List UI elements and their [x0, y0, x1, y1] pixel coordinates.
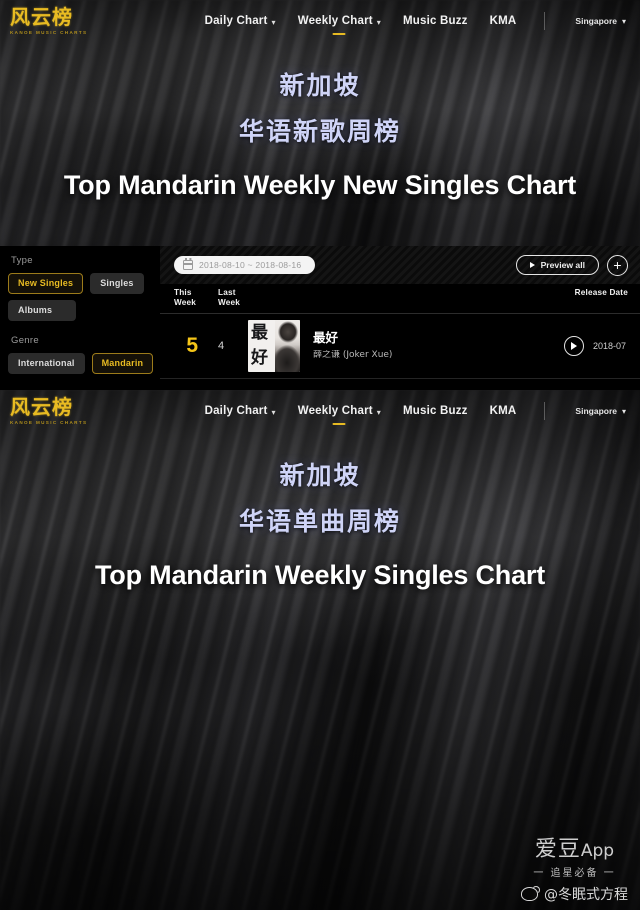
hero-titles-1: 新加坡 华语新歌周榜 Top Mandarin Weekly New Singl… [0, 66, 640, 201]
nav-item-label: Daily Chart [204, 405, 268, 417]
nav-item-label: Weekly Chart [297, 405, 373, 417]
region-selector[interactable]: Singapore ▾ [575, 16, 626, 26]
nav-item-kma[interactable]: KMA [490, 15, 517, 27]
nav-item-label: KMA [489, 15, 517, 27]
logo-wordmark-2: 风云榜 [10, 397, 106, 418]
region-label: Singapore [575, 406, 617, 416]
hero-cn-line2: 华语新歌周榜 [238, 117, 401, 146]
chevron-down-icon: ▾ [376, 407, 381, 417]
chart-panel-singles: 风云榜 KANOE MUSIC CHARTS Daily Chart ▾ Wee… [0, 390, 640, 910]
nav-item-daily-chart-2[interactable]: Daily Chart ▾ [205, 405, 276, 417]
nav-divider [544, 12, 546, 30]
top-navigation-bar-2: 风云榜 KANOE MUSIC CHARTS Daily Chart ▾ Wee… [0, 390, 640, 432]
hero-cn-line2-2: 华语单曲周榜 [238, 507, 401, 536]
nav-divider-2 [544, 402, 546, 420]
hero-titles-2: 新加坡 华语单曲周榜 Top Mandarin Weekly Singles C… [0, 456, 640, 591]
nav-item-kma-2[interactable]: KMA [490, 405, 517, 417]
nav-item-weekly-chart-2[interactable]: Weekly Chart ▾ [298, 405, 381, 417]
region-label: Singapore [575, 16, 617, 26]
chevron-down-icon: ▾ [271, 407, 276, 417]
nav-item-weekly-chart[interactable]: Weekly Chart ▾ [298, 15, 381, 27]
nav-item-daily-chart[interactable]: Daily Chart ▾ [205, 15, 276, 27]
hero-banner-2: 风云榜 KANOE MUSIC CHARTS Daily Chart ▾ Wee… [0, 390, 640, 910]
chevron-down-icon: ▾ [376, 17, 381, 27]
hero-cn-line1: 新加坡 [279, 71, 361, 100]
logo-subtitle: KANOE MUSIC CHARTS [10, 30, 88, 35]
logo-mark-text: 风云榜 [10, 5, 73, 29]
nav-item-music-buzz[interactable]: Music Buzz [403, 15, 468, 27]
chevron-down-icon: ▾ [271, 17, 276, 27]
hero-en-title-2: Top Mandarin Weekly Singles Chart [95, 560, 545, 590]
top-navigation-bar: 风云榜 KANOE MUSIC CHARTS Daily Chart ▾ Wee… [0, 0, 640, 42]
screenshot-root: 风云榜 KANOE MUSIC CHARTS Daily Chart ▾ Wee… [0, 0, 640, 910]
chart-panel-new-singles: 风云榜 KANOE MUSIC CHARTS Daily Chart ▾ Wee… [0, 0, 640, 388]
nav-item-music-buzz-2[interactable]: Music Buzz [403, 405, 468, 417]
logo-subtitle-2: KANOE MUSIC CHARTS [10, 420, 88, 425]
hero-en-title: Top Mandarin Weekly New Singles Chart [63, 170, 577, 200]
site-logo[interactable]: 风云榜 KANOE MUSIC CHARTS [10, 7, 106, 36]
logo-mark-text: 风云榜 [10, 395, 73, 419]
chevron-down-icon: ▾ [621, 16, 626, 26]
nav-item-label: Music Buzz [403, 405, 468, 417]
chevron-down-icon: ▾ [621, 406, 626, 416]
nav-item-label: Daily Chart [204, 15, 268, 27]
hero-cn-line1-2: 新加坡 [279, 461, 361, 490]
logo-wordmark: 风云榜 [10, 7, 106, 28]
nav-item-label: Music Buzz [403, 15, 468, 27]
site-logo-2[interactable]: 风云榜 KANOE MUSIC CHARTS [10, 397, 106, 426]
nav-links: Daily Chart ▾ Weekly Chart ▾ Music Buzz … [205, 12, 626, 30]
nav-item-label: KMA [489, 405, 517, 417]
nav-item-label: Weekly Chart [297, 15, 373, 27]
nav-links-2: Daily Chart ▾ Weekly Chart ▾ Music Buzz … [205, 402, 626, 420]
hero-banner-1: 风云榜 KANOE MUSIC CHARTS Daily Chart ▾ Wee… [0, 0, 640, 388]
region-selector-2[interactable]: Singapore ▾ [575, 406, 626, 416]
